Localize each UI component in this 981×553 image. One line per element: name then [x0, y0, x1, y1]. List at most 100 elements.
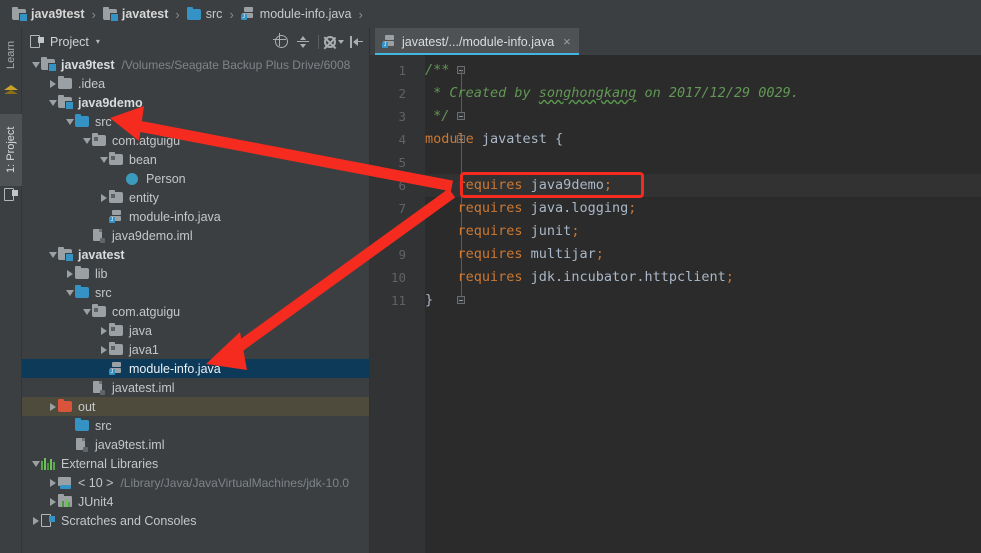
code-editor[interactable]: 1 2 3 4 5 6 7 9 10 11 /** * Created by songhongka…	[370, 55, 981, 553]
tree-row[interactable]: Jmodule-info.java	[22, 359, 369, 378]
line-number: 6	[398, 178, 406, 193]
tree-row-label: javatest.iml	[112, 380, 175, 395]
tree-row-label: java9demo	[78, 95, 143, 110]
tree-row[interactable]: Person	[22, 169, 369, 188]
tree-row-label: bean	[129, 152, 157, 167]
editor-tab-bar: J javatest/.../module-info.java ×	[370, 28, 981, 55]
package-icon	[92, 133, 106, 146]
tree-row-label: module-info.java	[129, 361, 221, 376]
chevron-right-icon[interactable]	[98, 340, 109, 359]
tree-row-label: out	[78, 399, 96, 414]
tree-row[interactable]: < 10 > /Library/Java/JavaVirtualMachines/…	[22, 473, 369, 492]
chevron-right-icon[interactable]	[98, 321, 109, 340]
tree-row-icon-holder	[126, 171, 142, 187]
tree-row-label: java1	[129, 342, 159, 357]
chevron-right-icon[interactable]	[30, 511, 41, 530]
tree-row-label: src	[95, 114, 112, 129]
module-folder-icon	[102, 6, 119, 22]
editor-fold-gutter[interactable]	[412, 55, 465, 553]
tree-row[interactable]: Jmodule-info.java	[22, 207, 369, 226]
tree-row[interactable]: com.atguigu	[22, 131, 369, 150]
tool-button-project[interactable]: 1: Project	[0, 114, 22, 186]
tab-label: javatest/.../module-info.java	[402, 34, 555, 49]
package-icon	[109, 342, 123, 355]
java-class-icon	[126, 172, 138, 185]
scratches-icon	[41, 514, 55, 527]
chevron-right-icon[interactable]	[47, 74, 58, 93]
hide-panel-icon[interactable]	[346, 32, 366, 52]
tree-row-label: java9demo.iml	[112, 228, 193, 243]
package-icon	[109, 190, 123, 203]
tree-row[interactable]: java9test/Volumes/Seagate Backup Plus Dr…	[22, 55, 369, 74]
tree-row[interactable]: .idea	[22, 74, 369, 93]
tree-row[interactable]: src	[22, 283, 369, 302]
chevron-down-icon[interactable]: ▾	[96, 37, 100, 46]
close-icon[interactable]: ×	[563, 35, 571, 48]
project-tree[interactable]: java9test/Volumes/Seagate Backup Plus Dr…	[22, 55, 369, 553]
breadcrumb-item-src[interactable]: src	[186, 0, 222, 28]
collapse-all-icon[interactable]	[293, 32, 313, 52]
line-number: 1	[398, 63, 406, 78]
tree-row[interactable]: lib	[22, 264, 369, 283]
breadcrumb-item-java9test[interactable]: java9test	[12, 0, 85, 28]
code-content[interactable]: /** * Created by songhongkang on 2017/12…	[425, 55, 981, 553]
tree-row-icon-holder	[109, 323, 125, 339]
chevron-down-icon[interactable]	[47, 245, 58, 264]
chevron-down-icon[interactable]	[81, 131, 92, 150]
tree-row[interactable]: java9test.iml	[22, 435, 369, 454]
chevron-down-icon[interactable]	[30, 55, 41, 74]
editor-gutter[interactable]: 1 2 3 4 5 6 7 9 10 11	[370, 55, 412, 553]
tree-row[interactable]: Scratches and Consoles	[22, 511, 369, 530]
code-token: requires	[425, 246, 523, 262]
tab-module-info-java[interactable]: J javatest/.../module-info.java ×	[375, 28, 579, 55]
chevron-right-icon[interactable]	[47, 397, 58, 416]
chevron-right-icon[interactable]	[98, 188, 109, 207]
tree-row[interactable]: javatest.iml	[22, 378, 369, 397]
module-folder-icon	[58, 95, 74, 110]
chevron-down-icon[interactable]	[30, 454, 41, 473]
code-token: /**	[425, 62, 450, 78]
tree-row-label: < 10 >	[78, 475, 114, 490]
tree-row-icon-holder	[58, 399, 74, 415]
code-token: multijar	[522, 246, 596, 262]
tree-row-path: /Library/Java/JavaVirtualMachines/jdk-10…	[120, 475, 350, 490]
chevron-down-icon[interactable]	[98, 150, 109, 169]
line-number: 11	[390, 293, 406, 308]
tree-row[interactable]: javatest	[22, 245, 369, 264]
module-info-file-icon: J	[109, 361, 123, 376]
tree-row[interactable]: java9demo	[22, 93, 369, 112]
toolbar-divider	[318, 34, 319, 49]
chevron-down-icon[interactable]	[64, 112, 75, 131]
breadcrumb-item-module-info-java[interactable]: Jmodule-info.java	[240, 0, 352, 28]
tree-row-label: lib	[95, 266, 108, 281]
code-token: ;	[628, 200, 637, 216]
tool-button-learn[interactable]: Learn	[0, 32, 22, 78]
project-panel-icon	[30, 35, 44, 48]
external-libraries-icon	[41, 457, 55, 470]
tree-row[interactable]: com.atguigu	[22, 302, 369, 321]
tree-row[interactable]: External Libraries	[22, 454, 369, 473]
tree-row[interactable]: src	[22, 416, 369, 435]
tree-row[interactable]: JUnit4	[22, 492, 369, 511]
chevron-right-icon[interactable]	[47, 492, 58, 511]
chevron-down-icon[interactable]	[47, 93, 58, 112]
chevron-down-icon[interactable]	[64, 283, 75, 302]
tree-row[interactable]: bean	[22, 150, 369, 169]
tree-row[interactable]: java1	[22, 340, 369, 359]
breadcrumb-item-javatest[interactable]: javatest	[102, 0, 168, 28]
tree-row[interactable]: java9demo.iml	[22, 226, 369, 245]
locate-icon[interactable]	[271, 32, 291, 52]
tree-row[interactable]: java	[22, 321, 369, 340]
chevron-right-icon[interactable]	[64, 264, 75, 283]
tree-row[interactable]: entity	[22, 188, 369, 207]
tree-row[interactable]: src	[22, 112, 369, 131]
chevron-right-icon[interactable]	[47, 473, 58, 492]
chevron-down-icon[interactable]	[81, 302, 92, 321]
breadcrumb: java9test › javatest › src › Jmodule-info.java…	[0, 0, 981, 28]
settings-gear-icon[interactable]	[324, 32, 344, 52]
tree-row[interactable]: out	[22, 397, 369, 416]
project-panel-title: Project	[50, 34, 89, 49]
code-token: */	[425, 108, 450, 124]
